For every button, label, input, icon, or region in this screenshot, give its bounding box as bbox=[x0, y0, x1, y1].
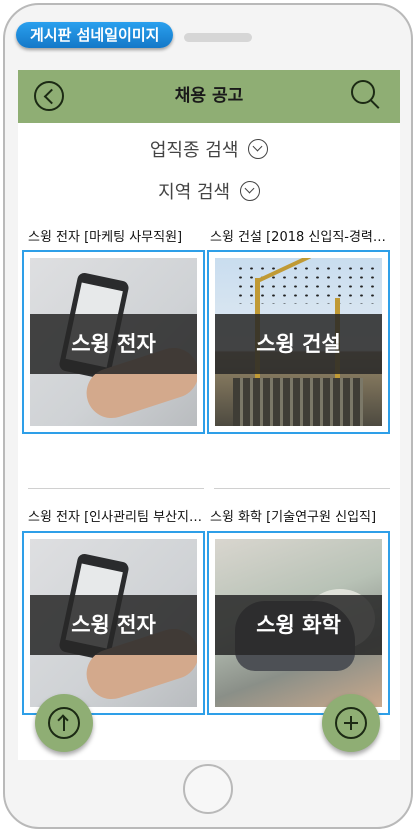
card-title[interactable]: 스윙 화학 [기술연구원 신입직] bbox=[210, 506, 386, 525]
search-icon[interactable] bbox=[350, 79, 384, 113]
filter-job-category[interactable]: 업직종 검색 bbox=[18, 136, 400, 162]
building-image bbox=[233, 378, 363, 426]
chevron-down-circle-icon[interactable] bbox=[239, 181, 260, 201]
row-divider bbox=[28, 488, 204, 489]
card-thumbnail-image: 스윙 전자 bbox=[30, 539, 197, 707]
chevron-down-circle-icon[interactable] bbox=[248, 139, 269, 159]
page-title: 채용 공고 bbox=[174, 86, 244, 106]
row-divider bbox=[214, 488, 390, 489]
phone-speaker bbox=[184, 33, 252, 42]
top-bar: 채용 공고 bbox=[18, 70, 400, 123]
filter-region[interactable]: 지역 검색 bbox=[18, 178, 400, 204]
add-button[interactable] bbox=[322, 694, 380, 752]
home-button[interactable] bbox=[183, 764, 233, 814]
add-icon bbox=[335, 707, 367, 739]
card-overlay-label: 스윙 화학 bbox=[215, 595, 382, 655]
card-overlay-label: 스윙 전자 bbox=[30, 595, 197, 655]
job-card[interactable]: 스윙 건설 bbox=[207, 250, 390, 434]
job-card[interactable]: 스윙 화학 bbox=[207, 531, 390, 715]
filter-job-category-label: 업직종 검색 bbox=[149, 140, 239, 161]
card-title[interactable]: 스윙 전자 [인사관리팀 부산지사] bbox=[28, 506, 204, 525]
filter-region-label: 지역 검색 bbox=[158, 182, 231, 203]
card-thumbnail-image: 스윙 전자 bbox=[30, 258, 197, 426]
card-title[interactable]: 스윙 건설 [2018 신입직-경력직] bbox=[210, 226, 386, 245]
scroll-up-button[interactable] bbox=[35, 694, 93, 752]
card-thumbnail-image: 스윙 화학 bbox=[215, 539, 382, 707]
job-card[interactable]: 스윙 전자 bbox=[22, 531, 205, 715]
job-card[interactable]: 스윙 전자 bbox=[22, 250, 205, 434]
card-thumbnail-image: 스윙 건설 bbox=[215, 258, 382, 426]
app-screen: 채용 공고 업직종 검색 지역 검색 스윙 전자 [마케팅 사무직원] 스윙 전… bbox=[18, 70, 400, 760]
app-label-badge: 게시판 섬네일이미지 bbox=[16, 22, 174, 48]
scroll-up-icon bbox=[48, 707, 80, 739]
card-overlay-label: 스윙 건설 bbox=[215, 314, 382, 374]
card-title[interactable]: 스윙 전자 [마케팅 사무직원] bbox=[28, 226, 204, 245]
card-overlay-label: 스윙 전자 bbox=[30, 314, 197, 374]
